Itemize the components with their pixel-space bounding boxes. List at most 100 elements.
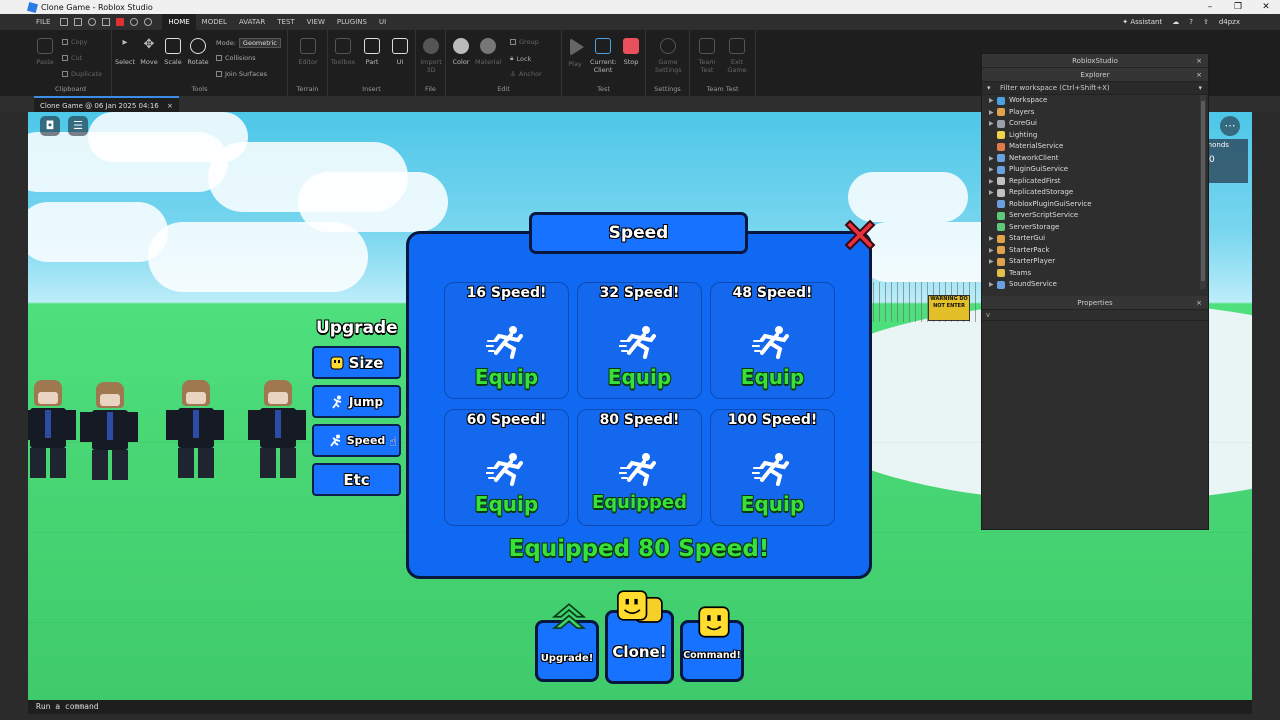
redo-icon[interactable] [88,18,97,26]
scrollbar-thumb[interactable] [1201,101,1205,281]
tab-model[interactable]: MODEL [196,14,233,30]
upgrade-menu-button[interactable]: Upgrade! [535,603,599,682]
game-settings-button[interactable]: Game Settings [655,38,682,74]
maximize-button[interactable]: ❐ [1224,0,1252,14]
explorer-item[interactable]: Teams [982,268,1208,280]
speed-card-48[interactable]: 48 Speed! Equip [710,282,835,399]
roblox-menu-button[interactable]: ◘ [40,116,60,136]
group-button[interactable]: Group [510,38,539,46]
document-tab[interactable]: Clone Game @ 06 Jan 2025 04:16 × [34,96,179,112]
speed-card-60[interactable]: 60 Speed! Equip [444,409,569,526]
command-bar-input[interactable]: Run a command [28,700,1252,714]
jump-button[interactable]: Jump [312,385,401,418]
expand-arrow-icon[interactable]: ▶ [989,153,997,165]
explorer-item[interactable]: ▶ CoreGui [982,118,1208,130]
select-tool[interactable]: ▶ Select [112,38,138,66]
explorer-item[interactable]: ▶ NetworkClient [982,153,1208,165]
tab-plugins[interactable]: PLUGINS [331,14,373,30]
undo-icon[interactable] [130,18,139,26]
equip-button[interactable]: Equip [711,365,834,389]
part-button[interactable]: Part [359,38,385,66]
explorer-filter-input[interactable]: ▾ Filter workspace (Ctrl+Shift+X) ▾ [982,82,1208,95]
expand-arrow-icon[interactable]: ▶ [989,107,997,119]
equip-button[interactable]: Equip [445,492,568,516]
close-shop-button[interactable] [840,215,880,255]
filter-dropdown-icon[interactable]: ▾ [1198,82,1202,95]
more-options-button[interactable]: ⋯ [1220,116,1240,136]
tab-file[interactable]: FILE [0,14,56,30]
explorer-item[interactable]: Lighting [982,130,1208,142]
speed-button[interactable]: Speed [312,424,401,457]
close-window-button[interactable]: ✕ [1252,0,1280,14]
close-panel-icon[interactable]: × [1196,54,1202,68]
join-surfaces-checkbox[interactable] [216,71,222,77]
assistant-button[interactable]: ✦ Assistant [1122,18,1162,26]
join-surfaces-toggle[interactable]: Join Surfaces [216,70,267,78]
tab-avatar[interactable]: AVATAR [233,14,271,30]
explorer-item[interactable]: ServerStorage [982,222,1208,234]
color-button[interactable]: Color [448,38,474,66]
expand-arrow-icon[interactable]: ▶ [989,256,997,268]
help-icon[interactable]: ? [1189,18,1193,26]
expand-arrow-icon[interactable]: ▶ [989,245,997,257]
expand-arrow-icon[interactable]: ▶ [989,279,997,291]
copy-button[interactable]: Copy [62,38,88,46]
explorer-item[interactable]: ▶ Players [982,107,1208,119]
mode-select[interactable]: Mode: Geometric [216,38,281,48]
collisions-toggle[interactable]: Collisions [216,54,256,62]
explorer-item[interactable]: ▶ StarterPlayer [982,256,1208,268]
user-name[interactable]: d4pzx [1219,18,1240,26]
current-client-button[interactable]: Current: Client [590,38,617,74]
equip-button[interactable]: Equip [711,492,834,516]
material-button[interactable]: Material [475,38,501,66]
tab-view[interactable]: VIEW [301,14,331,30]
clone-button[interactable]: Clone! [605,590,674,684]
stop-button[interactable]: Stop [618,38,644,66]
tab-home[interactable]: HOME [162,14,196,30]
explorer-item[interactable]: RobloxPluginGuiService [982,199,1208,211]
stop-icon[interactable] [116,18,125,26]
equip-button[interactable]: Equip [445,365,568,389]
rotate-tool[interactable]: Rotate [185,38,211,66]
expand-arrow-icon[interactable]: ▶ [989,118,997,130]
scale-tool[interactable]: Scale [160,38,186,66]
minimize-button[interactable]: – [1196,0,1224,14]
chat-button[interactable]: ☰ [68,116,88,136]
expand-arrow-icon[interactable]: ▶ [989,95,997,107]
expand-arrow-icon[interactable]: ▶ [989,164,997,176]
explorer-item[interactable]: ▶ Workspace [982,95,1208,107]
import-3d-button[interactable]: Import 3D [418,38,444,74]
toolbox-button[interactable]: Toolbox [330,38,356,66]
equipped-button[interactable]: Equipped [578,492,701,513]
cut-button[interactable]: Cut [62,54,82,62]
terrain-editor-button[interactable]: Editor [295,38,321,66]
close-properties-icon[interactable]: × [1196,296,1202,310]
duplicate-button[interactable]: Duplicate [62,70,102,78]
explorer-item[interactable]: ▶ ReplicatedStorage [982,187,1208,199]
new-file-icon[interactable] [60,18,69,26]
explorer-item[interactable]: MaterialService [982,141,1208,153]
explorer-item[interactable]: ServerScriptService [982,210,1208,222]
close-document-tab-icon[interactable]: × [167,102,173,110]
expand-arrow-icon[interactable]: ▶ [989,187,997,199]
paste-button[interactable]: Paste [32,38,58,66]
collisions-checkbox[interactable] [216,55,222,61]
tab-test[interactable]: TEST [271,14,300,30]
properties-filter-input[interactable]: v [982,310,1208,321]
play-button[interactable]: Play [562,38,588,68]
size-button[interactable]: Size [312,346,401,379]
speed-card-16[interactable]: 16 Speed! Equip [444,282,569,399]
speed-card-80[interactable]: 80 Speed! Equipped [577,409,702,526]
speed-card-32[interactable]: 32 Speed! Equip [577,282,702,399]
explorer-item[interactable]: ▶ ReplicatedFirst [982,176,1208,188]
explorer-scrollbar[interactable] [1200,95,1206,289]
cloud-icon[interactable]: ☁ [1172,18,1179,26]
team-test-button[interactable]: Team Test [694,38,720,74]
save-icon[interactable] [74,18,83,26]
mode-value[interactable]: Geometric [238,38,281,48]
expand-arrow-icon[interactable]: ▶ [989,233,997,245]
etc-button[interactable]: Etc [312,463,401,496]
equip-button[interactable]: Equip [578,365,701,389]
share-icon[interactable]: ⇪ [1203,18,1209,26]
lock-button[interactable]: 🔒︎ Lock [510,54,531,63]
